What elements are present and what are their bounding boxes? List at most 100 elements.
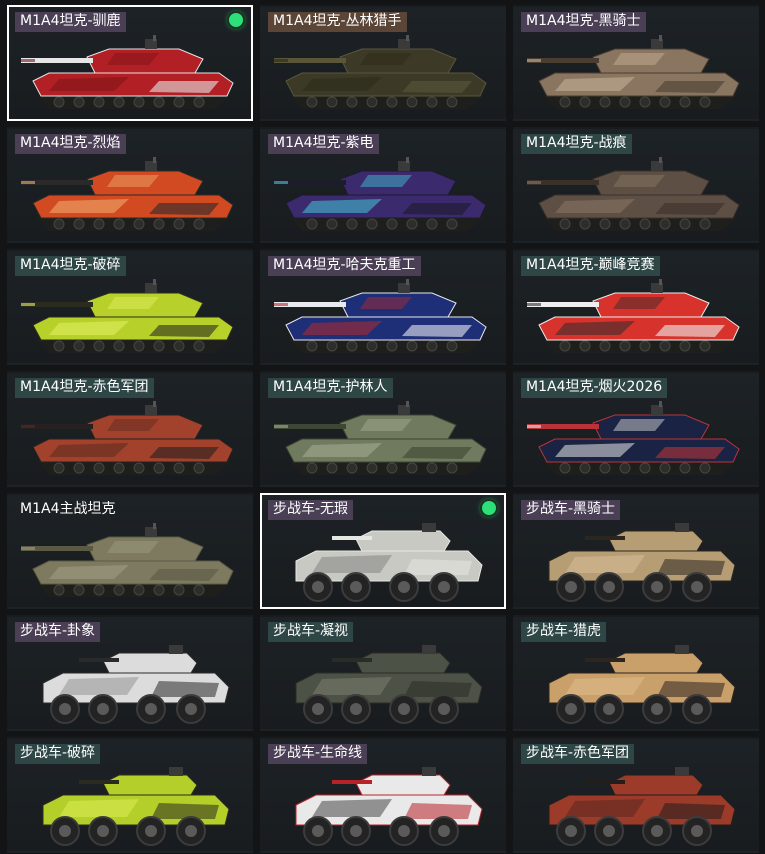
skin-card[interactable]: 步战车-凝视 [260, 615, 506, 731]
wheel-icon [429, 816, 459, 846]
wheel-icon [682, 816, 712, 846]
cannon-icon [585, 658, 625, 662]
wheel-icon [594, 694, 624, 724]
wheel-icon [642, 572, 672, 602]
ifv-icon [42, 767, 230, 846]
ifv-icon [548, 645, 736, 724]
skin-title: M1A4坦克-烈焰 [15, 134, 126, 154]
skin-title: M1A4坦克-紫电 [268, 134, 379, 154]
wheel-icon [556, 694, 586, 724]
skin-card[interactable]: M1A4主战坦克 [7, 493, 253, 609]
cannon-icon [585, 536, 625, 540]
skin-card[interactable]: 步战车-卦象 [7, 615, 253, 731]
skin-title: 步战车-生命线 [268, 744, 368, 764]
wheel-icon [136, 816, 166, 846]
skin-card[interactable]: 步战车-无瑕 [260, 493, 506, 609]
cannon-icon [585, 780, 625, 784]
wheel-icon [341, 694, 371, 724]
tank-icon [21, 401, 234, 475]
ifv-icon [295, 523, 483, 602]
wheel-icon [389, 694, 419, 724]
tank-icon [274, 401, 487, 475]
skin-title: M1A4坦克-赤色军团 [15, 378, 154, 398]
wheel-icon [556, 572, 586, 602]
wheel-icon [176, 694, 206, 724]
skin-title: M1A4坦克-丛林猎手 [268, 12, 407, 32]
ifv-icon [295, 645, 483, 724]
tank-icon [274, 157, 487, 231]
skin-title: 步战车-猎虎 [521, 622, 607, 642]
skin-title: M1A4坦克-哈夫克重工 [268, 256, 421, 276]
skin-card[interactable]: 步战车-赤色军团 [513, 737, 759, 853]
skin-title: M1A4坦克-护林人 [268, 378, 393, 398]
wheel-icon [88, 816, 118, 846]
skin-title: 步战车-无瑕 [268, 500, 354, 520]
cannon-icon [79, 658, 119, 662]
skin-card[interactable]: M1A4坦克-丛林猎手 [260, 5, 506, 121]
wheel-icon [341, 816, 371, 846]
skin-card[interactable]: M1A4坦克-护林人 [260, 371, 506, 487]
cannon-icon [332, 536, 372, 540]
skin-card[interactable]: M1A4坦克-赤色军团 [7, 371, 253, 487]
skin-title: M1A4坦克-巅峰竞赛 [521, 256, 660, 276]
wheel-icon [642, 694, 672, 724]
wheel-icon [50, 816, 80, 846]
skin-title: M1A4坦克-烟火2026 [521, 378, 668, 398]
wheel-icon [642, 816, 672, 846]
tank-icon [21, 157, 234, 231]
wheel-icon [176, 816, 206, 846]
skin-card[interactable]: 步战车-黑骑士 [513, 493, 759, 609]
skin-title: 步战车-破碎 [15, 744, 101, 764]
skin-card[interactable]: 步战车-破碎 [7, 737, 253, 853]
skin-title: M1A4坦克-驯鹿 [15, 12, 126, 32]
skin-grid: M1A4坦克-驯鹿 M1A4坦克-丛林猎手 M1A4坦克-黑骑士 M1A4坦克-烈焰 M… [0, 0, 765, 854]
skin-title: 步战车-黑骑士 [521, 500, 621, 520]
cannon-icon [332, 780, 372, 784]
skin-title: M1A4坦克-黑骑士 [521, 12, 646, 32]
skin-card[interactable]: 步战车-猎虎 [513, 615, 759, 731]
wheel-icon [429, 572, 459, 602]
wheel-icon [50, 694, 80, 724]
skin-card[interactable]: M1A4坦克-烟火2026 [513, 371, 759, 487]
wheel-icon [556, 816, 586, 846]
wheel-icon [389, 572, 419, 602]
wheel-icon [303, 694, 333, 724]
wheel-icon [88, 694, 118, 724]
wheel-icon [136, 694, 166, 724]
skin-card[interactable]: M1A4坦克-驯鹿 [7, 5, 253, 121]
wheel-icon [303, 572, 333, 602]
tank-icon [21, 523, 234, 597]
ifv-icon [295, 767, 483, 846]
cannon-icon [332, 658, 372, 662]
skin-title: 步战车-卦象 [15, 622, 101, 642]
skin-card[interactable]: M1A4坦克-哈夫克重工 [260, 249, 506, 365]
skin-card[interactable]: 步战车-生命线 [260, 737, 506, 853]
tank-icon [527, 401, 740, 475]
skin-card[interactable]: M1A4坦克-巅峰竞赛 [513, 249, 759, 365]
wheel-icon [682, 694, 712, 724]
skin-title: 步战车-赤色军团 [521, 744, 635, 764]
tank-icon [274, 35, 487, 109]
cannon-icon [79, 780, 119, 784]
wheel-icon [341, 572, 371, 602]
equipped-indicator-icon [229, 13, 243, 27]
wheel-icon [429, 694, 459, 724]
tank-icon [21, 279, 234, 353]
wheel-icon [389, 816, 419, 846]
skin-title: M1A4坦克-战痕 [521, 134, 632, 154]
skin-title: M1A4坦克-破碎 [15, 256, 126, 276]
wheel-icon [594, 816, 624, 846]
skin-title: 步战车-凝视 [268, 622, 354, 642]
wheel-icon [594, 572, 624, 602]
skin-card[interactable]: M1A4坦克-紫电 [260, 127, 506, 243]
skin-card[interactable]: M1A4坦克-战痕 [513, 127, 759, 243]
tank-icon [527, 35, 740, 109]
skin-card[interactable]: M1A4坦克-黑骑士 [513, 5, 759, 121]
skin-card[interactable]: M1A4坦克-破碎 [7, 249, 253, 365]
tank-icon [527, 157, 740, 231]
ifv-icon [548, 767, 736, 846]
tank-icon [527, 279, 740, 353]
skin-card[interactable]: M1A4坦克-烈焰 [7, 127, 253, 243]
wheel-icon [303, 816, 333, 846]
skin-title: M1A4主战坦克 [20, 501, 116, 517]
